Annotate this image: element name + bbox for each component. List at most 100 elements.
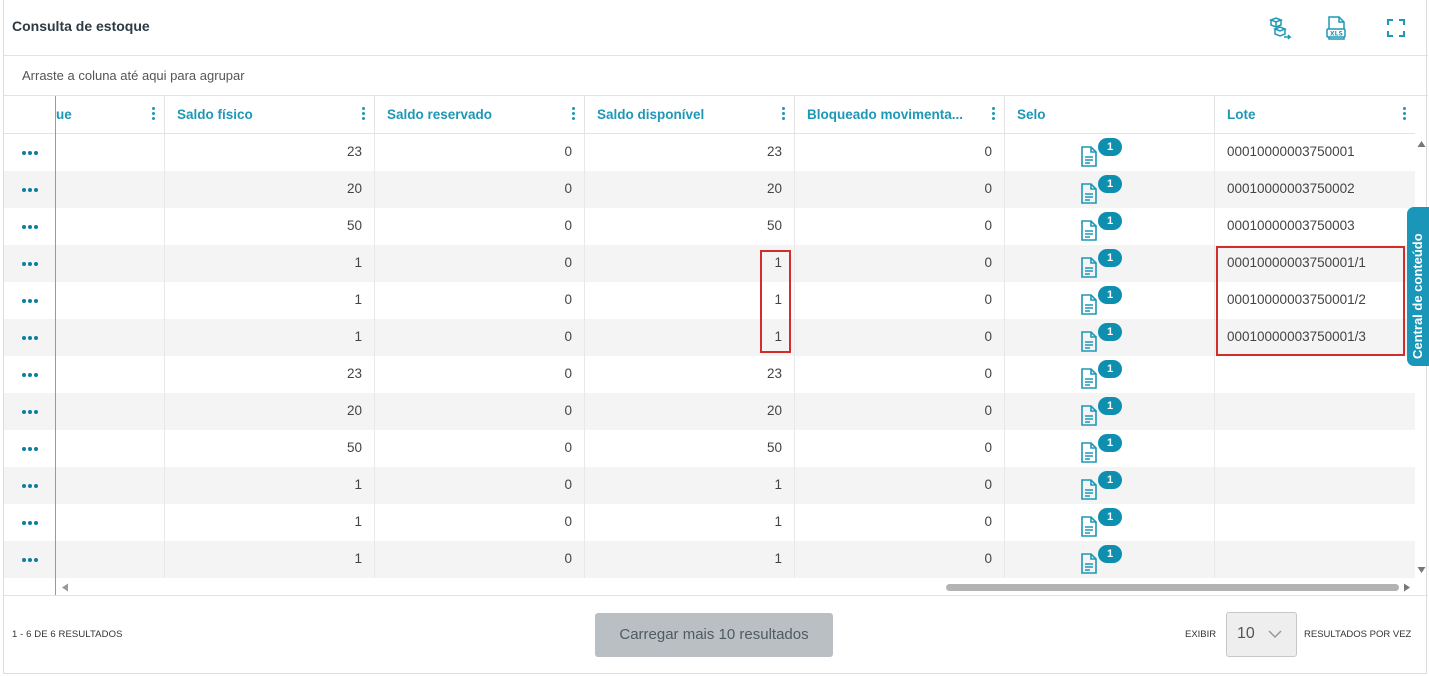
- row-actions-icon[interactable]: [22, 151, 40, 155]
- cell-saldo-fisico: 50: [164, 208, 374, 245]
- cell-saldo-reservado: 0: [374, 356, 584, 393]
- cell-saldo: [56, 356, 164, 393]
- boxes-transfer-icon[interactable]: [1266, 14, 1294, 42]
- seal-count-badge: 1: [1098, 175, 1122, 193]
- row-actions-icon[interactable]: [22, 225, 40, 229]
- cell-selo: 1: [1004, 467, 1214, 504]
- row-actions-icon[interactable]: [22, 447, 40, 451]
- row-actions-icon[interactable]: [22, 188, 40, 192]
- cell-lote: [1214, 541, 1415, 578]
- column-menu-icon[interactable]: [782, 107, 786, 123]
- cell-saldo-disponivel: 1: [584, 541, 794, 578]
- cell-selo: 1: [1004, 541, 1214, 578]
- cell-saldo-reservado: 0: [374, 393, 584, 430]
- cell-saldo-reservado: 0: [374, 208, 584, 245]
- fullscreen-icon[interactable]: [1382, 14, 1410, 42]
- seal-document-icon[interactable]: 1: [1079, 212, 1123, 242]
- cell-saldo: [56, 541, 164, 578]
- cell-saldo: [56, 245, 164, 282]
- seal-document-icon[interactable]: 1: [1079, 397, 1123, 427]
- chevron-down-icon: [1268, 630, 1282, 639]
- table-row[interactable]: 50 0 50 0 1 00010000003750003: [4, 208, 1415, 245]
- seal-document-icon[interactable]: 1: [1079, 471, 1123, 501]
- cell-bloqueado: 0: [794, 393, 1004, 430]
- column-label: Lote: [1227, 107, 1256, 122]
- panel-header: Consulta de estoque XLS: [4, 0, 1428, 56]
- seal-document-icon[interactable]: 1: [1079, 323, 1123, 353]
- cell-saldo-reservado: 0: [374, 504, 584, 541]
- cell-saldo-fisico: 20: [164, 393, 374, 430]
- seal-document-icon[interactable]: 1: [1079, 360, 1123, 390]
- column-menu-icon[interactable]: [152, 107, 156, 123]
- cell-saldo-fisico: 50: [164, 430, 374, 467]
- stock-panel: Consulta de estoque XLS Arraste a coluna…: [3, 0, 1428, 674]
- seal-document-icon[interactable]: 1: [1079, 249, 1123, 279]
- cell-saldo: [56, 430, 164, 467]
- table-row[interactable]: 1 0 1 0 1 00010000003750001/3: [4, 319, 1415, 356]
- table-row[interactable]: 20 0 20 0 1: [4, 393, 1415, 430]
- column-header-saldo-reservado[interactable]: Saldo reservado: [374, 96, 584, 134]
- row-actions-icon[interactable]: [22, 521, 40, 525]
- xls-export-icon[interactable]: XLS: [1322, 14, 1350, 42]
- table-row[interactable]: 20 0 20 0 1 00010000003750002: [4, 171, 1415, 208]
- seal-document-icon[interactable]: 1: [1079, 138, 1123, 168]
- column-menu-icon[interactable]: [362, 107, 366, 123]
- column-header-saldo-disponivel[interactable]: Saldo disponível: [584, 96, 794, 134]
- column-menu-icon[interactable]: [1403, 107, 1407, 123]
- horizontal-scrollbar[interactable]: [56, 580, 1416, 595]
- highlight-box-lote: [1216, 246, 1405, 356]
- page-title: Consulta de estoque: [12, 18, 150, 34]
- seal-document-icon[interactable]: 1: [1079, 545, 1123, 575]
- table-row[interactable]: 1 0 1 0 1 00010000003750001/1: [4, 245, 1415, 282]
- column-header-lote[interactable]: Lote: [1214, 96, 1415, 134]
- column-label: Bloqueado movimenta...: [807, 107, 964, 122]
- table-row[interactable]: 10101: [4, 467, 1415, 504]
- column-label: Saldo disponível: [597, 107, 705, 122]
- seal-document-icon[interactable]: 1: [1079, 434, 1123, 464]
- cell-bloqueado: 0: [794, 504, 1004, 541]
- cell-saldo-disponivel: 50: [584, 430, 794, 467]
- cell-saldo-reservado: 0: [374, 319, 584, 356]
- table-row[interactable]: 10101: [4, 504, 1415, 541]
- highlight-box-disponivel: [760, 250, 791, 353]
- table-row[interactable]: 23 0 23 0 1: [4, 356, 1415, 393]
- column-label: Saldo reservado: [387, 107, 493, 122]
- seal-count-badge: 1: [1098, 360, 1122, 378]
- column-menu-icon[interactable]: [992, 107, 996, 123]
- cell-selo: 1: [1004, 356, 1214, 393]
- seal-document-icon[interactable]: 1: [1079, 508, 1123, 538]
- column-menu-icon[interactable]: [572, 107, 576, 123]
- row-actions-icon[interactable]: [22, 484, 40, 488]
- table-row[interactable]: 23 0 23 0 1 00010000003750001: [4, 134, 1415, 171]
- group-drop-zone[interactable]: Arraste a coluna até aqui para agrupar: [4, 56, 1428, 96]
- row-actions-icon[interactable]: [22, 410, 40, 414]
- column-header-saldo-fisico[interactable]: Saldo físico: [164, 96, 374, 134]
- cell-saldo-reservado: 0: [374, 282, 584, 319]
- seal-count-badge: 1: [1098, 249, 1122, 267]
- row-actions-icon[interactable]: [22, 299, 40, 303]
- cell-selo: 1: [1004, 430, 1214, 467]
- row-actions-icon[interactable]: [22, 336, 40, 340]
- row-actions-icon[interactable]: [22, 558, 40, 562]
- cell-selo: 1: [1004, 245, 1214, 282]
- page-size-select[interactable]: 10: [1226, 612, 1297, 657]
- row-actions-icon[interactable]: [22, 262, 40, 266]
- horizontal-scroll-thumb[interactable]: [946, 584, 1399, 591]
- content-center-tab[interactable]: Central de conteúdo: [1407, 207, 1429, 366]
- table-row[interactable]: 50 0 50 0 1: [4, 430, 1415, 467]
- column-header-selo[interactable]: Selo: [1004, 96, 1214, 134]
- table-row[interactable]: 10101: [4, 541, 1415, 578]
- seal-document-icon[interactable]: 1: [1079, 286, 1123, 316]
- column-header-saldo[interactable]: ue: [56, 96, 164, 134]
- seal-count-badge: 1: [1098, 286, 1122, 304]
- load-more-button[interactable]: Carregar mais 10 resultados: [595, 613, 833, 657]
- cell-saldo-disponivel: 23: [584, 134, 794, 171]
- row-actions-icon[interactable]: [22, 373, 40, 377]
- cell-selo: 1: [1004, 504, 1214, 541]
- column-header-bloqueado[interactable]: Bloqueado movimenta...: [794, 96, 1004, 134]
- cell-lote: 00010000003750001: [1214, 134, 1415, 171]
- column-label: Saldo físico: [177, 107, 253, 122]
- per-page-label: RESULTADOS POR VEZ: [1304, 629, 1412, 640]
- seal-document-icon[interactable]: 1: [1079, 175, 1123, 205]
- table-row[interactable]: 1 0 1 0 1 00010000003750001/2: [4, 282, 1415, 319]
